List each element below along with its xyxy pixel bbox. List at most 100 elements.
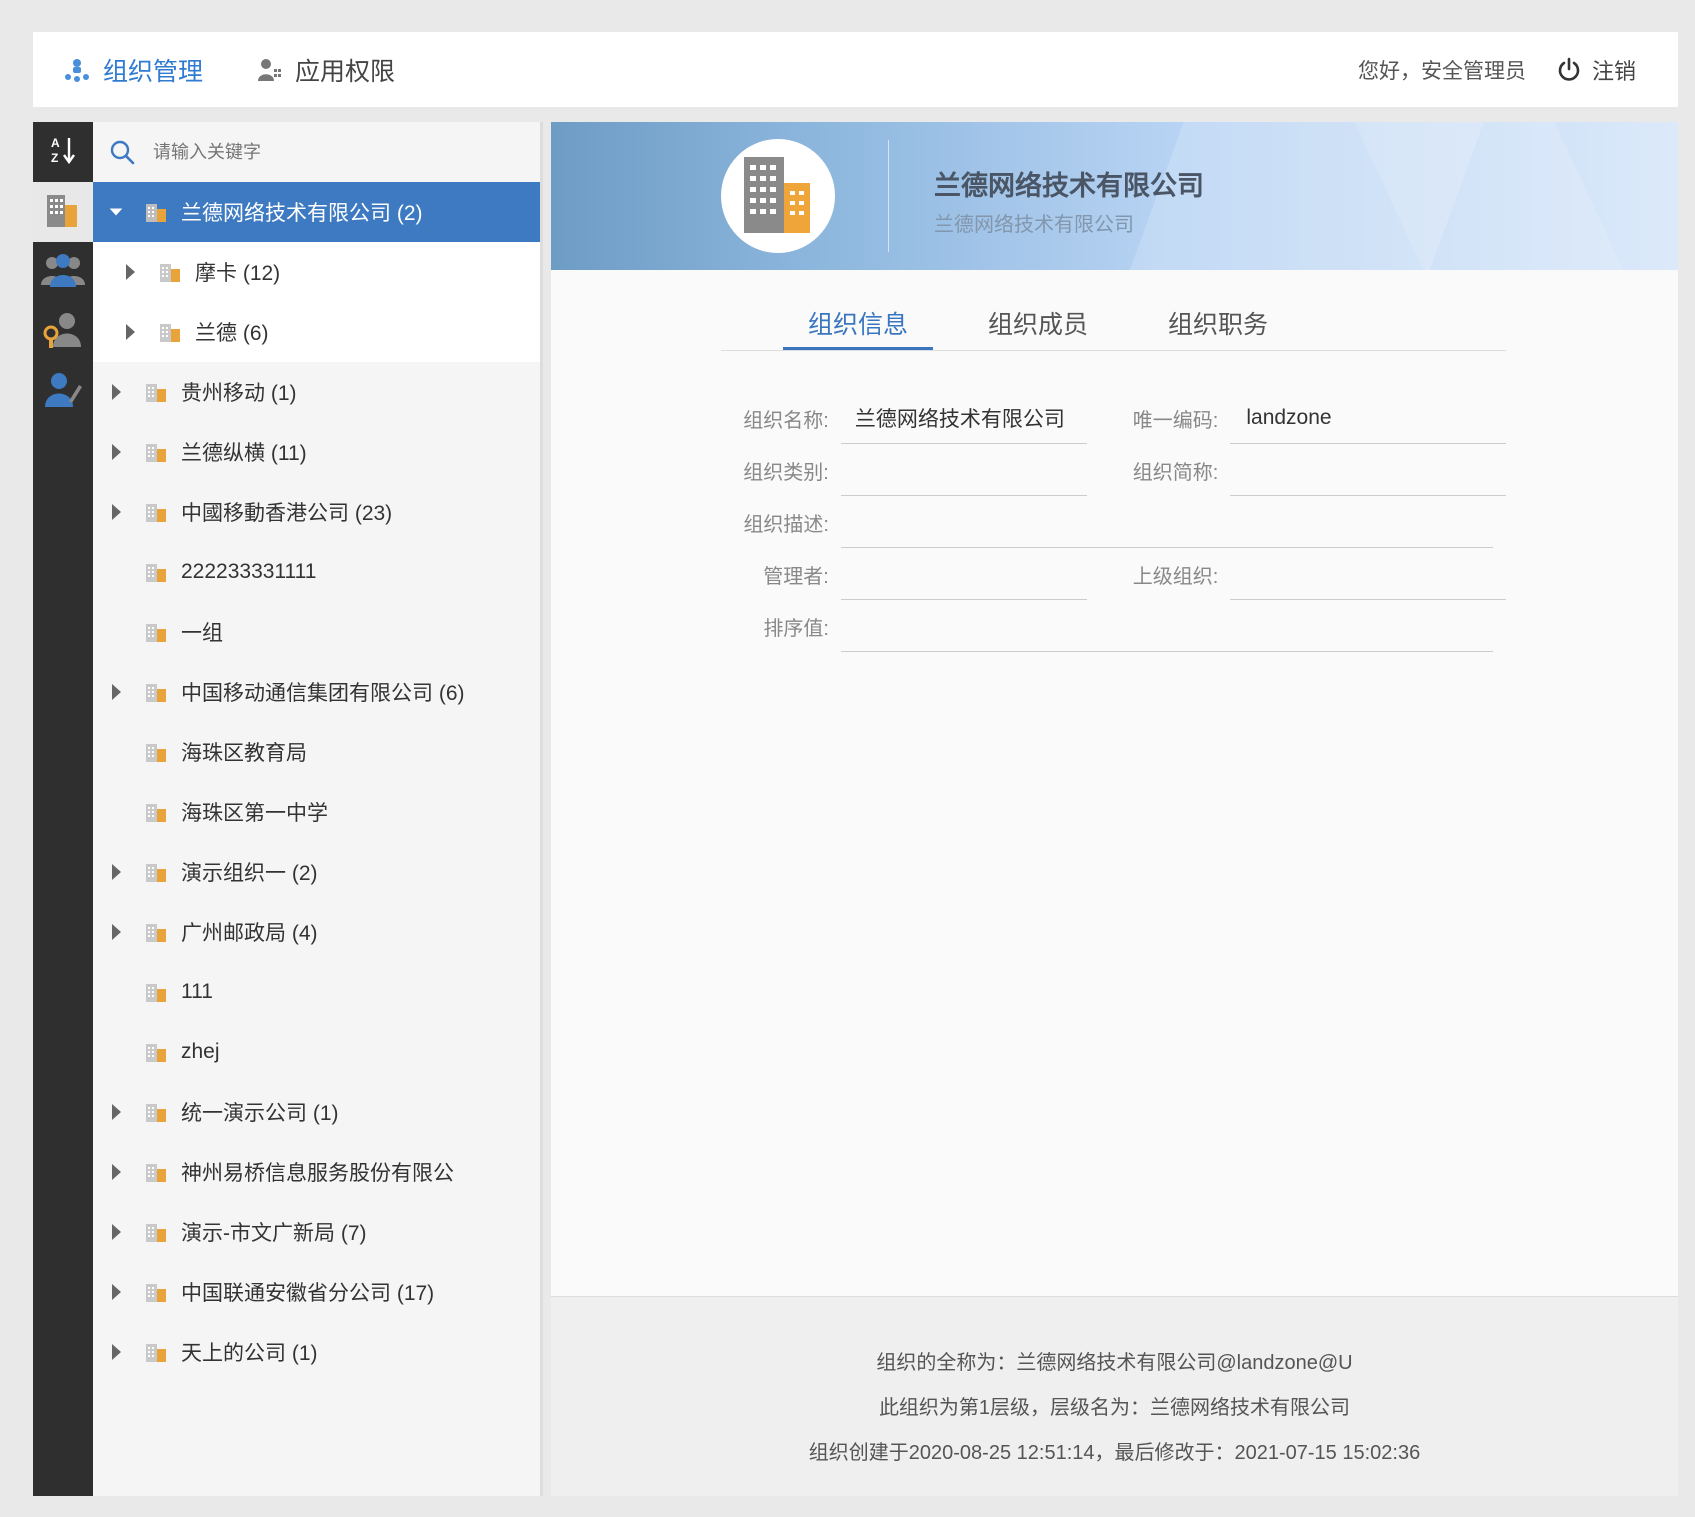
sidebar-groups-button[interactable] bbox=[33, 242, 93, 302]
building-icon bbox=[145, 741, 167, 763]
building-icon bbox=[145, 441, 167, 463]
chevron-right-icon[interactable] bbox=[109, 1103, 123, 1121]
unique-code-label: 唯一编码: bbox=[1132, 409, 1219, 432]
org-info-form: 组织名称: 兰德网络技术有限公司 唯一编码: landzone 组织类别: 组织… bbox=[721, 392, 1506, 652]
tree-item-label: 兰德网络技术有限公司 (2) bbox=[181, 202, 423, 225]
user-key-icon bbox=[255, 56, 283, 84]
power-icon bbox=[1556, 57, 1582, 83]
tree-item-selected[interactable]: 兰德网络技术有限公司 (2) bbox=[93, 182, 540, 242]
tree-item[interactable]: 中国移动通信集团有限公司 (6) bbox=[93, 662, 540, 722]
tree-item[interactable]: 广州邮政局 (4) bbox=[93, 902, 540, 962]
chevron-right-icon[interactable] bbox=[109, 923, 123, 941]
building-icon bbox=[145, 501, 167, 523]
chevron-down-icon[interactable] bbox=[109, 203, 123, 221]
tree-item[interactable]: 海珠区第一中学 bbox=[93, 782, 540, 842]
tree-item[interactable]: 兰德纵横 (11) bbox=[93, 422, 540, 482]
chevron-right-icon[interactable] bbox=[109, 1343, 123, 1361]
greeting-text: 您好，安全管理员 bbox=[1357, 59, 1526, 83]
tree-item[interactable]: zhej bbox=[93, 1022, 540, 1082]
chevron-right-icon[interactable] bbox=[109, 503, 123, 521]
chevron-right-icon[interactable] bbox=[109, 1283, 123, 1301]
nav-tab-org-management[interactable]: 组织管理 bbox=[63, 32, 203, 107]
chevron-right-icon[interactable] bbox=[109, 863, 123, 881]
org-subtitle: 兰德网络技术有限公司 bbox=[934, 214, 1134, 236]
tree-item-label: 一组 bbox=[181, 622, 223, 645]
building-icon bbox=[145, 1341, 167, 1363]
org-name-field[interactable]: 兰德网络技术有限公司 bbox=[840, 392, 1087, 444]
tab-org-members[interactable]: 组织成员 bbox=[963, 297, 1113, 350]
building-icon bbox=[145, 921, 167, 943]
chevron-right-icon[interactable] bbox=[109, 443, 123, 461]
tree-item[interactable]: 演示组织一 (2) bbox=[93, 842, 540, 902]
building-icon bbox=[145, 1161, 167, 1183]
tree-item[interactable]: 中國移動香港公司 (23) bbox=[93, 482, 540, 542]
tab-org-positions[interactable]: 组织职务 bbox=[1143, 297, 1293, 350]
nav-tab-label: 应用权限 bbox=[295, 57, 396, 86]
tree-item[interactable]: 贵州移动 (1) bbox=[93, 362, 540, 422]
tree-item[interactable]: 兰德 (6) bbox=[93, 302, 540, 362]
tab-org-info[interactable]: 组织信息 bbox=[783, 297, 933, 350]
tree-item-label: 海珠区教育局 bbox=[181, 742, 307, 765]
org-short-name-label: 组织简称: bbox=[1132, 461, 1219, 484]
org-description-label: 组织描述: bbox=[743, 513, 829, 536]
building-icon bbox=[145, 1221, 167, 1243]
tree-item[interactable]: 222233331111 bbox=[93, 542, 540, 602]
logout-button[interactable]: 注销 bbox=[1556, 54, 1636, 86]
tree-item[interactable]: 111 bbox=[93, 962, 540, 1022]
building-icon bbox=[145, 621, 167, 643]
nav-tab-label: 组织管理 bbox=[103, 57, 204, 86]
nav-tab-app-permissions[interactable]: 应用权限 bbox=[255, 32, 395, 107]
parent-org-label: 上级组织: bbox=[1132, 565, 1219, 588]
building-icon bbox=[145, 1281, 167, 1303]
tree-item-label: 演示组织一 (2) bbox=[181, 862, 318, 885]
building-icon bbox=[145, 201, 167, 223]
building-icon bbox=[742, 153, 814, 240]
sort-az-icon: A Z bbox=[50, 135, 76, 170]
building-icon bbox=[45, 191, 81, 234]
tree-item[interactable]: 统一演示公司 (1) bbox=[93, 1082, 540, 1142]
tree-item[interactable]: 神州易桥信息服务股份有限公 bbox=[93, 1142, 540, 1202]
parent-org-field[interactable] bbox=[1230, 548, 1506, 600]
org-type-field[interactable] bbox=[840, 444, 1087, 496]
org-detail-tabs: 组织信息 组织成员 组织职务 bbox=[721, 297, 1506, 351]
group-users-icon bbox=[40, 251, 86, 294]
chevron-right-icon[interactable] bbox=[109, 1163, 123, 1181]
tree-item[interactable]: 中国联通安徽省分公司 (17) bbox=[93, 1262, 540, 1322]
tree-item-label: 兰德纵横 (11) bbox=[181, 442, 307, 465]
sort-order-label: 排序值: bbox=[763, 617, 829, 640]
tree-item-label: 111 bbox=[181, 980, 213, 1003]
sidebar-roles-button[interactable] bbox=[33, 302, 93, 362]
tree-item[interactable]: 摩卡 (12) bbox=[93, 242, 540, 302]
tree-item[interactable]: 天上的公司 (1) bbox=[93, 1322, 540, 1382]
building-icon bbox=[145, 801, 167, 823]
org-tree-panel: 兰德网络技术有限公司 (2) 摩卡 (12) 兰德 (6) 贵州移动 (1) 兰德纵横 … bbox=[93, 122, 543, 1496]
tree-item[interactable]: 演示-市文广新局 (7) bbox=[93, 1202, 540, 1262]
tree-item[interactable]: 一组 bbox=[93, 602, 540, 662]
main-content: 兰德网络技术有限公司 兰德网络技术有限公司 组织信息 组织成员 组织职务 组织名… bbox=[551, 122, 1678, 1496]
org-tree: 兰德网络技术有限公司 (2) 摩卡 (12) 兰德 (6) 贵州移动 (1) 兰德纵横 … bbox=[93, 182, 540, 1382]
unique-code-field[interactable]: landzone bbox=[1230, 392, 1506, 444]
tree-item-label: 海珠区第一中学 bbox=[181, 802, 328, 825]
search-icon[interactable] bbox=[109, 139, 135, 165]
tree-item-label: 摩卡 (12) bbox=[195, 262, 281, 285]
user-edit-icon bbox=[43, 371, 83, 414]
sidebar-user-edit-button[interactable] bbox=[33, 362, 93, 422]
tree-item-label: 兰德 (6) bbox=[195, 322, 269, 345]
chevron-right-icon[interactable] bbox=[123, 263, 137, 281]
sort-order-field[interactable] bbox=[841, 600, 1493, 652]
search-input[interactable] bbox=[153, 141, 493, 163]
tree-item-label: 中国联通安徽省分公司 (17) bbox=[181, 1282, 435, 1305]
sort-button[interactable]: A Z bbox=[33, 122, 93, 182]
manager-field[interactable] bbox=[840, 548, 1087, 600]
chevron-right-icon[interactable] bbox=[109, 1223, 123, 1241]
org-description-field[interactable] bbox=[841, 496, 1493, 548]
org-short-name-field[interactable] bbox=[1230, 444, 1506, 496]
tree-item-label: 中国移动通信集团有限公司 (6) bbox=[181, 682, 465, 705]
chevron-right-icon[interactable] bbox=[123, 323, 137, 341]
building-icon bbox=[159, 321, 181, 343]
sidebar-org-button[interactable] bbox=[33, 182, 93, 242]
chevron-right-icon[interactable] bbox=[109, 383, 123, 401]
tree-item[interactable]: 海珠区教育局 bbox=[93, 722, 540, 782]
chevron-right-icon[interactable] bbox=[109, 683, 123, 701]
org-avatar bbox=[721, 139, 835, 253]
